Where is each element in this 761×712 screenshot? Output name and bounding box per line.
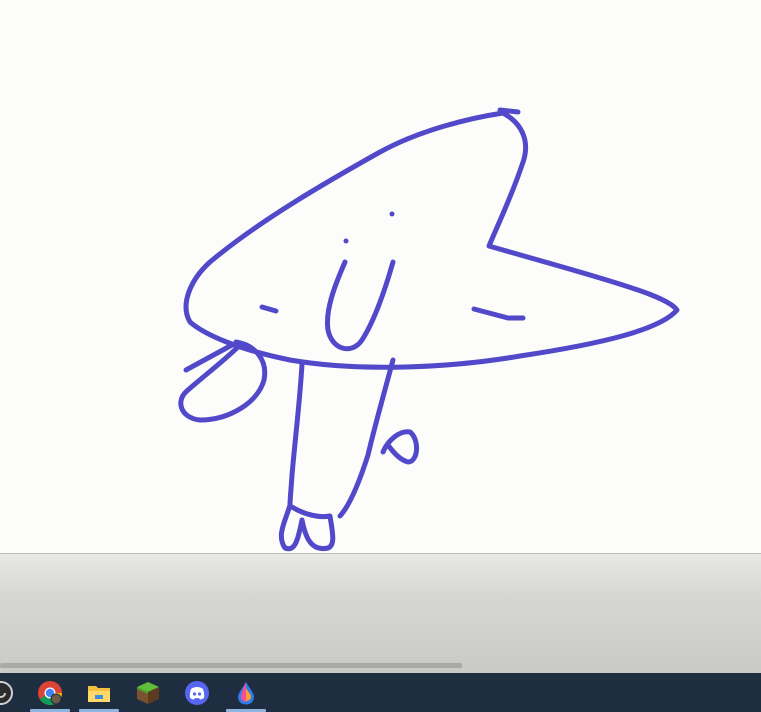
- tip-stroke: [497, 107, 521, 115]
- canvas-tray: [0, 553, 761, 674]
- horizontal-scrollbar[interactable]: [0, 663, 462, 668]
- loop-stroke: [178, 339, 268, 423]
- taskbar: [0, 673, 761, 712]
- body-stroke: [183, 110, 680, 370]
- leg-stroke: [287, 361, 305, 508]
- dot-left: [343, 238, 349, 244]
- leg-back-stroke: [337, 357, 396, 519]
- hook-stroke: [380, 429, 419, 465]
- file-explorer-icon[interactable]: [86, 680, 112, 706]
- chrome-icon[interactable]: [37, 680, 63, 706]
- minecraft-icon[interactable]: [135, 680, 161, 706]
- drawing-canvas[interactable]: [0, 0, 761, 553]
- partial-app-icon[interactable]: [0, 680, 14, 706]
- right-eye-dash: [471, 306, 526, 321]
- nose-stroke: [324, 259, 396, 352]
- left-eye-dash: [259, 304, 279, 314]
- dot-right: [389, 211, 395, 217]
- drawing-app-icon[interactable]: [233, 680, 259, 706]
- discord-icon[interactable]: [184, 680, 210, 706]
- sketch-drawing: [178, 107, 680, 552]
- foot-stroke: [278, 502, 336, 552]
